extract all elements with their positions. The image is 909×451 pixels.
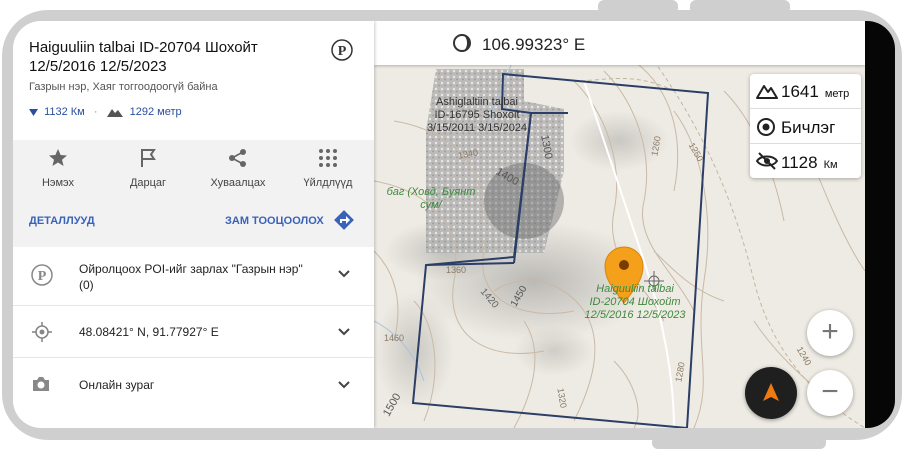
- visibility-value: 1128: [781, 153, 818, 172]
- place-title: Haiguuliin talbai ID-20704 Шохойт 12/5/2…: [29, 39, 258, 75]
- altitude-row[interactable]: 1641 метр: [750, 74, 861, 108]
- direction-arrow-icon: [29, 109, 38, 117]
- chevron-down-icon[interactable]: [337, 269, 351, 279]
- mountain-icon: [106, 109, 123, 118]
- flag-icon: [141, 149, 156, 167]
- chevron-down-icon[interactable]: [337, 327, 351, 337]
- eye-off-icon: [756, 152, 778, 170]
- visibility-row[interactable]: 1128 Км: [750, 144, 861, 178]
- action-label: Хуваалцах: [210, 177, 266, 189]
- region-label-line: сум/: [420, 199, 442, 211]
- minus-icon: −: [821, 375, 839, 408]
- chevron-down-icon[interactable]: [337, 380, 351, 390]
- route-link[interactable]: ЗАМ ТООЦООЛОХ: [225, 215, 324, 227]
- marker-button[interactable]: Дарцаг: [103, 140, 193, 196]
- list-item-label: Ойролцоох POI-ийг зарлах "Газрын нэр" (0…: [79, 262, 303, 292]
- svg-text:P: P: [338, 44, 347, 59]
- zoom-out-button[interactable]: −: [807, 370, 853, 416]
- navigation-arrow-icon: [763, 383, 779, 401]
- map-info-widget[interactable]: 1641 метр Бичлэг 1128 Км: [750, 74, 861, 178]
- place-stats: 1132 Км · 1292 метр: [29, 106, 182, 120]
- app-screen: 1340 1400 1300 1260 1250 1360 1420 1450 …: [13, 21, 865, 428]
- moon-phase-icon: [453, 34, 471, 52]
- list-item-nearby-poi[interactable]: P Ойролцоох POI-ийг зарлах "Газрын нэр" …: [13, 247, 374, 306]
- altitude-value: 1641: [781, 82, 819, 101]
- visibility-unit: Км: [823, 159, 838, 171]
- details-link[interactable]: ДЕТАЛЛУУД: [29, 215, 95, 227]
- area-label-haiguuliin[interactable]: Haiguuliin talbai ID-20704 Шохойт 12/5/2…: [560, 283, 710, 322]
- area-label-line: 12/5/2016 12/5/2023: [584, 309, 686, 321]
- phone-bezel: [865, 21, 895, 428]
- action-label: Дарцаг: [129, 177, 167, 189]
- share-icon: [229, 149, 246, 167]
- list-item-coordinates[interactable]: 48.08421° N, 91.77927° E: [13, 306, 374, 358]
- svg-text:P: P: [38, 269, 47, 284]
- mountain-icon: [756, 85, 778, 99]
- add-favorite-button[interactable]: Нэмэх: [13, 140, 103, 196]
- place-address: Газрын нэр, Хаяг тоггоодоогүй байна: [29, 81, 218, 93]
- contour-label: 1460: [384, 333, 405, 343]
- navigation-button[interactable]: [745, 367, 797, 419]
- share-button[interactable]: Хуваалцах: [193, 140, 283, 196]
- region-label-line: баг (Ховд, Буянт: [386, 186, 476, 198]
- area-label-ashiglaltiin[interactable]: Ashiglaltiin talbai ID-16795 Shoxoit 3/1…: [402, 96, 552, 135]
- longitude-readout: 106.99323° E: [482, 35, 586, 54]
- camera-icon: [33, 377, 49, 391]
- action-label: Нэмэх: [41, 177, 75, 189]
- elevation-value: 1292 метр: [129, 106, 182, 118]
- list-item-online-photos[interactable]: Онлайн зураг: [13, 358, 374, 409]
- action-bar: Нэмэх Дарцаг Хуваалцах Үйлдлүүд: [13, 140, 374, 196]
- action-label: Үйлдлүүд: [303, 177, 353, 189]
- location-target-icon: [32, 322, 52, 342]
- star-icon: [49, 149, 67, 166]
- plus-icon: +: [821, 315, 839, 348]
- map-top-bar: 106.99323° E: [374, 21, 865, 65]
- poi-icon: P: [31, 264, 53, 286]
- separator-dot: ·: [93, 106, 98, 118]
- zoom-in-button[interactable]: +: [807, 310, 853, 356]
- links-row: ДЕТАЛЛУУД ЗАМ ТООЦООЛОХ: [13, 196, 374, 247]
- coordinates-text: 48.08421° N, 91.77927° E: [79, 325, 219, 339]
- actions-menu-button[interactable]: Үйлдлүүд: [283, 140, 373, 196]
- region-label: баг (Ховд, Буянт сум/: [376, 186, 486, 212]
- distance-value: 1132 Км: [44, 106, 85, 118]
- place-details-panel: Haiguuliin talbai ID-20704 Шохойт 12/5/2…: [13, 21, 374, 428]
- area-label-line: Haiguuliin talbai: [596, 283, 674, 295]
- record-row[interactable]: Бичлэг: [750, 109, 861, 143]
- contour-label: 1360: [446, 265, 467, 275]
- area-label-line: ID-16795 Shoxoit: [434, 109, 520, 121]
- poi-icon: P: [331, 39, 353, 61]
- area-label-line: Ashiglaltiin talbai: [436, 96, 518, 108]
- record-icon: [757, 118, 775, 136]
- directions-icon[interactable]: [333, 209, 355, 231]
- area-label-line: 3/15/2011 3/15/2024: [426, 122, 528, 134]
- altitude-unit: метр: [824, 88, 850, 100]
- online-photos-label: Онлайн зураг: [79, 378, 155, 392]
- grid-icon: [319, 149, 337, 167]
- record-label: Бичлэг: [781, 118, 836, 137]
- area-label-line: ID-20704 Шохойт: [589, 296, 681, 308]
